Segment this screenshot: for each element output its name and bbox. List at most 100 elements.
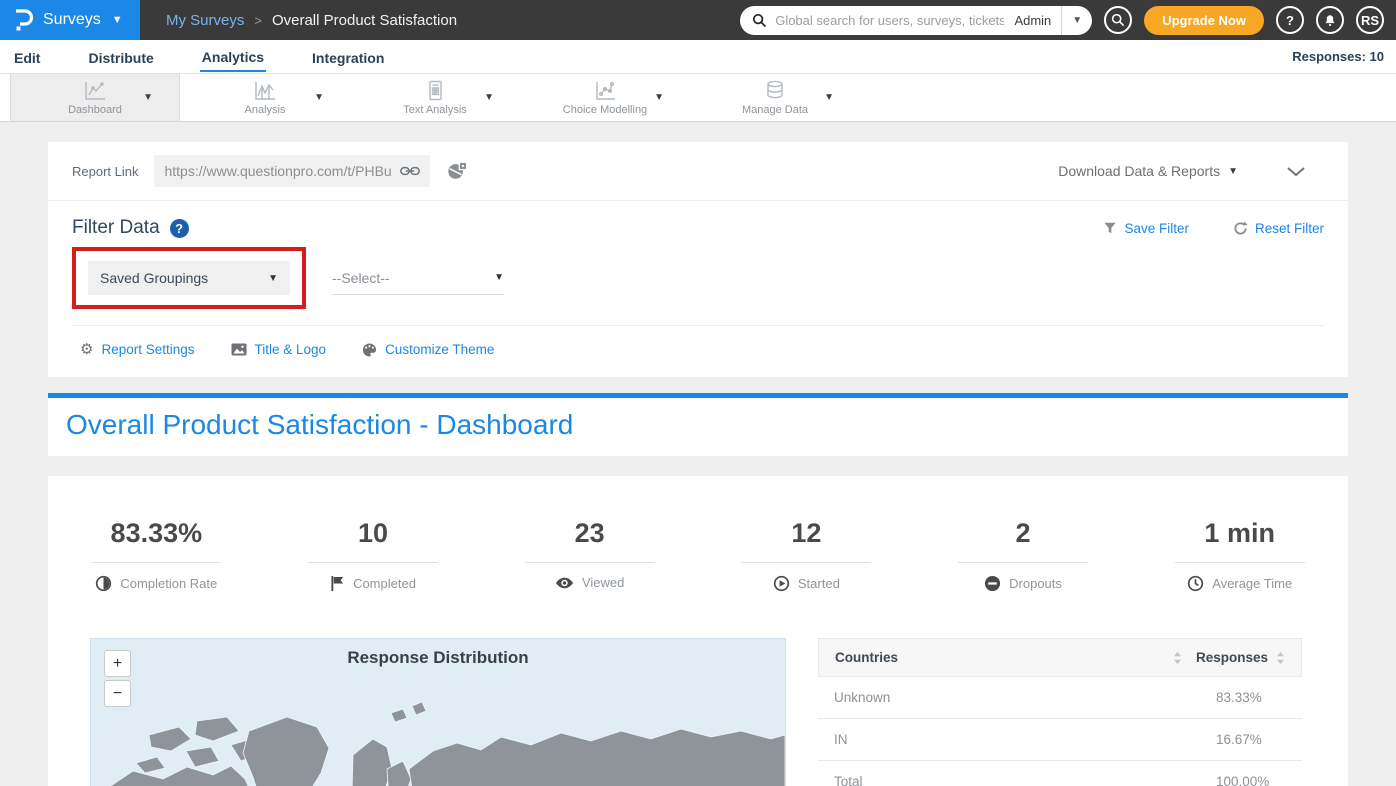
search-icon — [1111, 13, 1125, 27]
countries-table-header: Countries Responses — [818, 638, 1302, 677]
toolbar-item-label: Text Analysis — [403, 104, 467, 116]
saved-groupings-dropdown[interactable]: Saved Groupings ▼ — [88, 261, 290, 295]
stat-viewed: 23 Viewed — [481, 518, 698, 592]
stat-value: 1 min — [1131, 518, 1348, 549]
grouping-value-placeholder: --Select-- — [332, 270, 494, 286]
global-search-input[interactable] — [775, 13, 1004, 28]
search-button[interactable] — [1104, 6, 1132, 34]
report-link-input[interactable]: https://www.questionpro.com/t/PHBu — [154, 155, 430, 187]
cell-responses: 100.00% — [1216, 774, 1286, 786]
stat-average-time: 1 min Average Time — [1131, 518, 1348, 592]
filter-help-icon[interactable]: ? — [170, 219, 189, 238]
app-menu[interactable]: Surveys ▼ — [0, 0, 140, 40]
top-bar: Surveys ▼ My Surveys > Overall Product S… — [0, 0, 1396, 40]
reset-filter-label: Reset Filter — [1255, 221, 1324, 236]
image-icon — [231, 343, 247, 356]
link-icon[interactable] — [400, 164, 420, 178]
stat-value: 23 — [481, 518, 698, 549]
divider — [741, 562, 871, 563]
stat-label: Average Time — [1212, 576, 1292, 591]
toolbar-item-manage-data[interactable]: Manage Data ▼ — [690, 74, 860, 121]
toolbar-item-label: Manage Data — [742, 104, 808, 116]
survey-nav: Edit Distribute Analytics Integration Re… — [0, 40, 1396, 74]
saved-groupings-label: Saved Groupings — [100, 270, 268, 286]
choice-modelling-icon — [592, 80, 618, 102]
translate-icon[interactable] — [446, 160, 468, 182]
map-title: Response Distribution — [91, 639, 785, 668]
response-distribution-map: Response Distribution + − — [90, 638, 786, 786]
stat-dropouts: 2 Dropouts — [915, 518, 1132, 592]
reset-filter-button[interactable]: Reset Filter — [1233, 221, 1324, 236]
page-title: Overall Product Satisfaction - Dashboard — [66, 409, 1330, 441]
sort-icon[interactable] — [1173, 651, 1182, 665]
toolbar-item-dashboard[interactable]: Dashboard ▼ — [10, 74, 180, 121]
column-header-responses[interactable]: Responses — [1196, 650, 1268, 665]
upgrade-now-button[interactable]: Upgrade Now — [1144, 6, 1264, 35]
stat-value: 10 — [265, 518, 482, 549]
caret-down-icon[interactable]: ▼ — [314, 92, 324, 103]
cell-responses: 16.67% — [1216, 732, 1286, 747]
caret-down-icon[interactable]: ▼ — [654, 92, 664, 103]
nav-tab-integration[interactable]: Integration — [310, 43, 386, 71]
grouping-value-dropdown[interactable]: --Select-- ▼ — [332, 261, 504, 295]
world-map-canvas[interactable] — [91, 673, 785, 786]
download-data-reports-dropdown[interactable]: Download Data & Reports ▼ — [1058, 163, 1238, 179]
nav-tab-analytics[interactable]: Analytics — [200, 42, 266, 72]
stat-completion-rate: 83.33% Completion Rate — [48, 518, 265, 592]
divider — [1175, 562, 1305, 563]
analysis-chart-icon — [252, 80, 278, 102]
save-filter-label: Save Filter — [1124, 221, 1189, 236]
report-filter-card: Report Link https://www.questionpro.com/… — [48, 142, 1348, 377]
search-scope-caret-icon[interactable]: ▼ — [1062, 15, 1092, 26]
report-settings-label: Report Settings — [101, 342, 194, 357]
minus-circle-icon — [984, 575, 1001, 592]
customize-theme-button[interactable]: Customize Theme — [362, 342, 494, 357]
questionpro-logo-icon — [12, 8, 34, 32]
responses-count: Responses: 10 — [1292, 49, 1384, 64]
column-header-countries[interactable]: Countries — [835, 650, 1173, 665]
stat-label: Dropouts — [1009, 576, 1062, 591]
contrast-icon — [95, 575, 112, 592]
collapse-panel-chevron-icon[interactable] — [1286, 166, 1306, 177]
analytics-toolbar: Dashboard ▼ Analysis ▼ Text Analysis ▼ C… — [0, 74, 1396, 122]
breadcrumb-parent[interactable]: My Surveys — [166, 12, 244, 29]
cell-country: IN — [834, 732, 1216, 747]
breadcrumb-separator: > — [254, 13, 262, 28]
title-logo-button[interactable]: Title & Logo — [231, 342, 327, 357]
notifications-button[interactable] — [1316, 6, 1344, 34]
caret-down-icon[interactable]: ▼ — [143, 92, 153, 103]
manage-data-icon — [763, 80, 787, 102]
help-button[interactable]: ? — [1276, 6, 1304, 34]
user-avatar[interactable]: RS — [1356, 6, 1384, 34]
annotation-highlight: Saved Groupings ▼ — [72, 247, 306, 309]
global-search: Admin ▼ — [740, 6, 1092, 35]
table-row: Unknown 83.33% — [818, 677, 1302, 719]
nav-tab-distribute[interactable]: Distribute — [86, 43, 155, 71]
caret-down-icon[interactable]: ▼ — [824, 92, 834, 103]
report-link-label: Report Link — [72, 164, 138, 179]
refresh-icon — [1233, 221, 1248, 236]
toolbar-item-text-analysis[interactable]: Text Analysis ▼ — [350, 74, 520, 121]
stat-label: Completion Rate — [120, 576, 217, 591]
toolbar-item-label: Dashboard — [68, 104, 122, 116]
save-filter-button[interactable]: Save Filter — [1103, 221, 1189, 236]
divider — [525, 562, 655, 563]
text-analysis-icon — [422, 80, 448, 102]
search-scope-selector[interactable]: Admin — [1004, 6, 1062, 35]
customize-theme-label: Customize Theme — [385, 342, 494, 357]
eye-icon — [555, 576, 574, 590]
stat-label: Started — [798, 576, 840, 591]
stat-label: Completed — [353, 576, 416, 591]
sort-icon[interactable] — [1276, 651, 1285, 665]
report-settings-button[interactable]: ⚙ Report Settings — [80, 342, 195, 357]
filter-data-title: Filter Data — [72, 217, 160, 239]
stat-label: Viewed — [582, 575, 624, 590]
nav-tab-edit[interactable]: Edit — [12, 43, 42, 71]
toolbar-item-label: Analysis — [245, 104, 286, 116]
dashboard-chart-icon — [82, 80, 108, 102]
bell-icon — [1323, 13, 1337, 28]
stat-completed: 10 Completed — [265, 518, 482, 592]
caret-down-icon[interactable]: ▼ — [484, 92, 494, 103]
toolbar-item-choice-modelling[interactable]: Choice Modelling ▼ — [520, 74, 690, 121]
toolbar-item-analysis[interactable]: Analysis ▼ — [180, 74, 350, 121]
